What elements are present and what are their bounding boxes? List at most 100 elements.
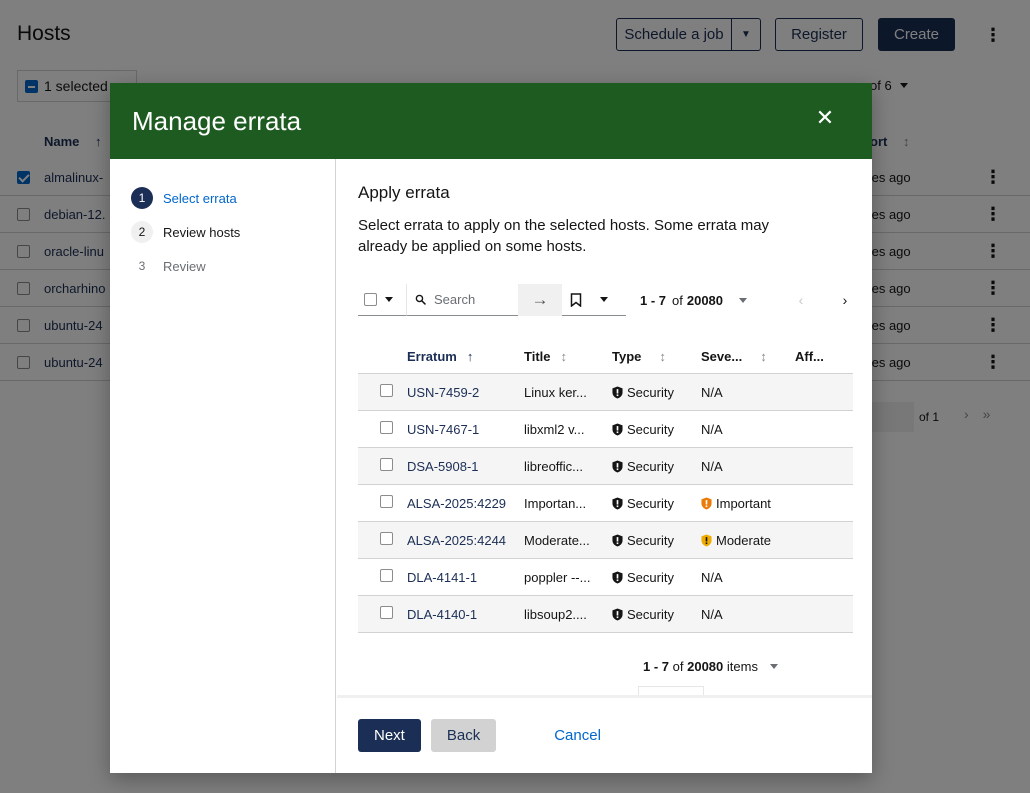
erratum-type: Security	[612, 607, 701, 622]
pagination-top[interactable]: 1 - 7 of 20080 ‹ ›	[640, 292, 855, 308]
step-title: Apply errata	[358, 183, 450, 202]
errata-table: Erratum ↑ Title ↕ Type ↕ Seve... ↕ Aff... US…	[358, 339, 853, 633]
type-label: Security	[627, 421, 674, 437]
cancel-button[interactable]: Cancel	[538, 719, 617, 752]
severity-label: Moderate	[716, 532, 771, 548]
wizard-step-1[interactable]: 1 Select errata	[110, 181, 335, 215]
type-label: Security	[627, 606, 674, 622]
shield-icon	[701, 534, 712, 546]
row-checkbox[interactable]	[380, 569, 393, 582]
pagination-total: 20080	[687, 659, 724, 674]
erratum-severity: Important	[701, 496, 795, 511]
sort-icon: ↕	[760, 348, 767, 364]
step-label: Review	[163, 258, 206, 274]
step-number: 2	[131, 221, 153, 243]
row-checkbox[interactable]	[380, 421, 393, 434]
type-label: Security	[627, 569, 674, 585]
erratum-link[interactable]: USN-7459-2	[407, 385, 524, 400]
erratum-title: Importan...	[524, 495, 587, 511]
erratum-title: libsoup2....	[524, 606, 587, 622]
type-header-label: Type	[612, 348, 642, 364]
table-row[interactable]: ALSA-2025:4229 Importan... Security Importa…	[358, 485, 853, 522]
erratum-type: Security	[612, 570, 701, 585]
table-row[interactable]: USN-7467-1 libxml2 v... Security N/A	[358, 411, 853, 448]
pagination-of: of	[672, 292, 683, 308]
severity-label: N/A	[701, 421, 723, 437]
erratum-severity: N/A	[701, 459, 795, 474]
pagination-items: items	[726, 659, 758, 674]
arrow-right-icon[interactable]: →	[518, 284, 562, 316]
severity-column-header[interactable]: Seve... ↕	[701, 349, 795, 364]
prev-page-icon[interactable]: ‹	[791, 292, 811, 308]
erratum-type: Security	[612, 459, 701, 474]
search-input[interactable]	[434, 292, 514, 307]
wizard-step-3: 3 Review	[110, 249, 335, 283]
shield-icon	[612, 423, 623, 435]
erratum-link[interactable]: ALSA-2025:4244	[407, 533, 524, 548]
sort-icon: ↕	[560, 348, 568, 364]
search-field	[406, 284, 518, 316]
pagination-bottom[interactable]: 1 - 7 of 20080 items	[643, 659, 778, 674]
table-row[interactable]: DLA-4140-1 libsoup2.... Security N/A	[358, 596, 853, 633]
sort-icon: ↕	[659, 348, 666, 364]
severity-header-label: Seve...	[701, 348, 743, 364]
erratum-severity: N/A	[701, 607, 795, 622]
title-column-header[interactable]: Title ↕	[524, 349, 612, 364]
search-icon	[415, 294, 426, 305]
modal-header: Manage errata ✕	[110, 83, 872, 159]
erratum-link[interactable]: ALSA-2025:4229	[407, 496, 524, 511]
row-checkbox[interactable]	[380, 532, 393, 545]
erratum-title: poppler --...	[524, 569, 591, 585]
table-header: Erratum ↑ Title ↕ Type ↕ Seve... ↕ Aff...	[358, 339, 853, 374]
erratum-severity: N/A	[701, 570, 795, 585]
errata-bulk-select[interactable]	[358, 284, 406, 316]
erratum-type: Security	[612, 533, 701, 548]
step-number: 1	[131, 187, 153, 209]
erratum-link[interactable]: DSA-5908-1	[407, 459, 524, 474]
wizard-step-2[interactable]: 2 Review hosts	[110, 215, 335, 249]
chevron-down-icon[interactable]	[739, 297, 748, 303]
affected-column-header[interactable]: Aff...	[795, 349, 853, 364]
severity-label: N/A	[701, 458, 723, 474]
pagination-total: 20080	[686, 292, 724, 308]
sort-up-icon: ↑	[466, 348, 474, 364]
modal-title: Manage errata	[132, 105, 302, 136]
next-page-icon[interactable]: ›	[835, 292, 855, 308]
chevron-down-icon[interactable]	[385, 297, 393, 302]
shield-icon	[612, 386, 623, 398]
bookmark-dropdown[interactable]	[562, 284, 626, 316]
close-icon[interactable]: ✕	[814, 105, 836, 130]
row-checkbox[interactable]	[380, 384, 393, 397]
affected-header-label: Aff...	[795, 348, 824, 364]
erratum-header-label: Erratum	[407, 348, 457, 364]
row-checkbox[interactable]	[380, 458, 393, 471]
step-description: Select errata to apply on the selected h…	[358, 217, 770, 255]
table-row[interactable]: ALSA-2025:4244 Moderate... Security Moderat…	[358, 522, 853, 559]
erratum-title: libxml2 v...	[524, 421, 585, 437]
shield-icon	[701, 497, 712, 509]
type-column-header[interactable]: Type ↕	[612, 349, 701, 364]
chevron-down-icon[interactable]	[769, 664, 778, 669]
table-row[interactable]: DLA-4141-1 poppler --... Security N/A	[358, 559, 853, 596]
row-checkbox[interactable]	[380, 495, 393, 508]
erratum-title: Moderate...	[524, 532, 590, 548]
back-button[interactable]: Back	[430, 719, 497, 752]
table-row[interactable]: USN-7459-2 Linux ker... Security N/A	[358, 374, 853, 411]
shield-icon	[612, 608, 623, 620]
shield-icon	[612, 460, 623, 472]
erratum-severity: Moderate	[701, 533, 795, 548]
type-label: Security	[627, 495, 674, 511]
type-label: Security	[627, 532, 674, 548]
row-checkbox[interactable]	[380, 606, 393, 619]
erratum-link[interactable]: USN-7467-1	[407, 422, 524, 437]
bookmark-icon	[570, 292, 582, 307]
erratum-link[interactable]: DLA-4141-1	[407, 570, 524, 585]
next-button[interactable]: Next	[358, 719, 421, 752]
select-all-checkbox[interactable]	[364, 293, 377, 306]
wizard-footer: Next Back Cancel	[337, 695, 872, 773]
erratum-link[interactable]: DLA-4140-1	[407, 607, 524, 622]
table-row[interactable]: DSA-5908-1 libreoffic... Security N/A	[358, 448, 853, 485]
erratum-title: Linux ker...	[524, 384, 587, 400]
pagination-range: 1 - 7	[643, 659, 670, 674]
erratum-column-header[interactable]: Erratum ↑	[407, 349, 524, 364]
